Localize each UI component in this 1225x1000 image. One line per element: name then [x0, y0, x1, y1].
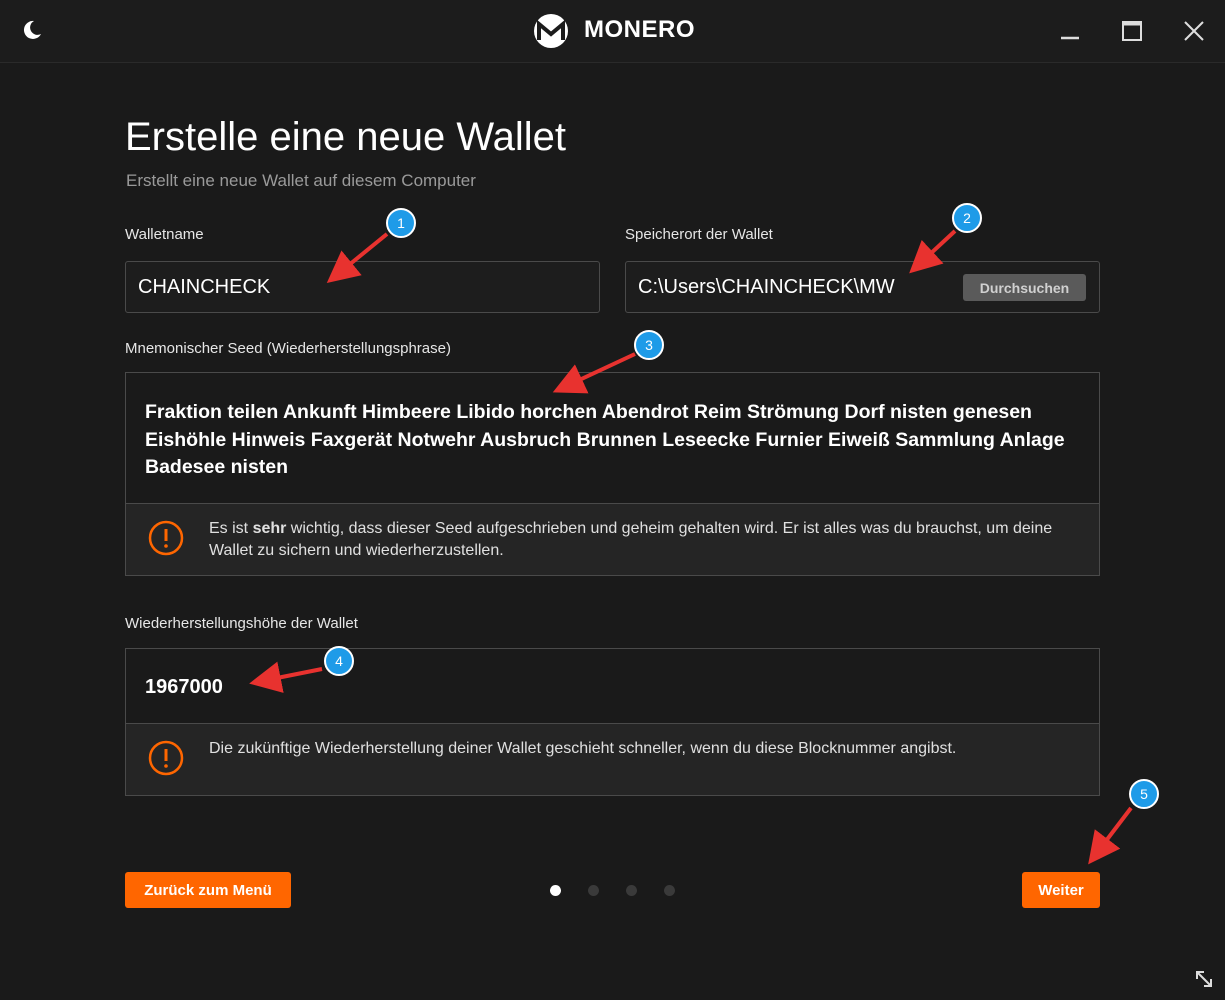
warning-icon	[148, 520, 184, 556]
seed-phrase: Fraktion teilen Ankunft Himbeere Libido …	[145, 401, 1065, 478]
annotation-badge: 2	[952, 203, 982, 233]
step-dot	[550, 885, 561, 896]
back-to-menu-button[interactable]: Zurück zum Menü	[125, 872, 291, 908]
moon-icon[interactable]	[20, 18, 44, 42]
step-dot	[588, 885, 599, 896]
annotation-badge: 5	[1129, 779, 1159, 809]
wallet-name-input[interactable]	[125, 261, 600, 313]
wallet-name-label: Walletname	[125, 226, 204, 243]
step-dot	[664, 885, 675, 896]
warning-icon	[148, 740, 184, 776]
seed-label: Mnemonischer Seed (Wiederherstellungsphr…	[125, 340, 451, 357]
resize-icon[interactable]	[1193, 968, 1215, 990]
step-dot	[626, 885, 637, 896]
wallet-location-value: C:\Users\CHAINCHECK\MW	[638, 276, 895, 298]
annotation-badge: 1	[386, 208, 416, 238]
title-bar: MONERO	[0, 0, 1225, 63]
annotation-badge: 3	[634, 330, 664, 360]
annotation-badge: 4	[324, 646, 354, 676]
restore-height-label: Wiederherstellungshöhe der Wallet	[125, 615, 358, 632]
step-indicator	[550, 885, 680, 897]
restore-height-panel: 1967000 Die zukünftige Wiederherstellung…	[125, 648, 1100, 796]
browse-button[interactable]: Durchsuchen	[963, 274, 1086, 301]
restore-height-warning: Die zukünftige Wiederherstellung deiner …	[126, 723, 1099, 795]
restore-height-value[interactable]: 1967000	[145, 676, 223, 699]
restore-height-warning-text: Die zukünftige Wiederherstellung deiner …	[209, 740, 957, 757]
monero-logo-icon	[534, 14, 568, 48]
next-button[interactable]: Weiter	[1022, 872, 1100, 908]
wallet-location-label: Speicherort der Wallet	[625, 226, 773, 243]
wizard-content: Erstelle eine neue Wallet Erstellt eine …	[0, 63, 1225, 1000]
maximize-icon[interactable]	[1117, 16, 1147, 46]
seed-warning: Es ist sehr wichtig, dass dieser Seed au…	[126, 503, 1099, 575]
page-subtitle: Erstellt eine neue Wallet auf diesem Com…	[126, 171, 476, 190]
seed-panel: Fraktion teilen Ankunft Himbeere Libido …	[125, 372, 1100, 576]
app-title: MONERO	[584, 16, 695, 43]
wallet-location-field[interactable]: C:\Users\CHAINCHECK\MW Durchsuchen	[625, 261, 1100, 313]
minimize-icon[interactable]	[1055, 16, 1085, 46]
seed-warning-text: Es ist sehr wichtig, dass dieser Seed au…	[209, 520, 1053, 559]
page-title: Erstelle eine neue Wallet	[125, 115, 566, 159]
close-icon[interactable]	[1179, 16, 1209, 46]
